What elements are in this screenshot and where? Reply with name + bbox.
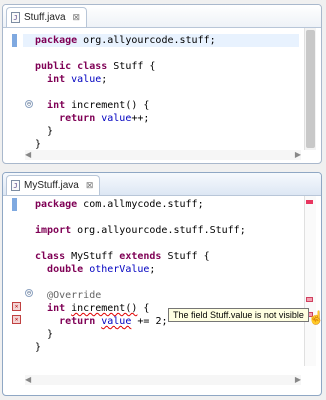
code-token: return: [59, 316, 96, 327]
code-token: class: [77, 61, 108, 72]
overview-error-summary[interactable]: [306, 200, 313, 204]
code-token: }: [35, 126, 54, 137]
code-line: public class Stuff {: [35, 60, 155, 73]
code-token: ;: [149, 264, 156, 275]
code-token: class: [35, 251, 66, 262]
code-line: int increment() {: [35, 302, 149, 315]
code-line: return value++;: [35, 112, 149, 125]
code-token: value: [101, 316, 132, 327]
fold-icon[interactable]: ⊖: [25, 100, 33, 108]
code-line: package com.allmycode.stuff;: [35, 198, 204, 211]
code-token: com.allmycode.stuff;: [77, 199, 204, 210]
horizontal-scrollbar[interactable]: ◀ ▶: [25, 150, 301, 160]
code-line: import org.allyourcode.stuff.Stuff;: [35, 224, 246, 237]
code-token: += 2;: [131, 316, 168, 327]
code-token: increment() {: [65, 100, 150, 111]
close-icon[interactable]: ⊠: [73, 12, 81, 23]
code-token: otherValue: [89, 264, 150, 275]
code-editor[interactable]: ⊖ package org.allyourcode.stuff; public c…: [3, 28, 321, 150]
code-token: package: [35, 35, 78, 46]
tab-stuff-java[interactable]: J Stuff.java ⊠: [6, 7, 88, 27]
horizontal-scrollbar[interactable]: ◀ ▶: [25, 375, 301, 385]
code-token: import: [35, 225, 72, 236]
code-token: extends: [119, 251, 162, 262]
java-file-icon: J: [11, 12, 20, 23]
code-token: int: [47, 100, 66, 111]
code-token: org.allyourcode.stuff;: [77, 35, 216, 46]
code-line: double otherValue;: [35, 263, 155, 276]
tab-label: Stuff.java: [24, 12, 66, 23]
code-line: package org.allyourcode.stuff;: [35, 34, 216, 47]
code-token: }: [35, 342, 42, 353]
hand-cursor-icon: ☝: [308, 311, 321, 324]
code-line: return value += 2;: [35, 315, 167, 328]
editor-pane-mystuff-java: J MyStuff.java ⊠ ⊖ ✕ ✕ package com.allmy…: [2, 172, 322, 396]
overview-error-marker[interactable]: [306, 297, 313, 302]
code-line: int value;: [35, 73, 107, 86]
code-line: }: [35, 125, 53, 138]
code-token: Stuff {: [107, 61, 156, 72]
current-line-marker: [12, 34, 17, 47]
code-token: ;: [101, 74, 108, 85]
code-token: }: [35, 329, 54, 340]
code-token: ++;: [131, 113, 150, 124]
scroll-right-arrow-icon[interactable]: ▶: [295, 375, 301, 384]
tab-bar: J MyStuff.java ⊠: [3, 173, 321, 196]
scroll-right-arrow-icon[interactable]: ▶: [295, 150, 301, 159]
fold-icon[interactable]: ⊖: [25, 289, 33, 297]
code-token: increment(): [71, 303, 138, 314]
code-editor[interactable]: ⊖ ✕ ✕ package com.allmycode.stuff; import…: [3, 196, 321, 376]
code-token: org.allyourcode.stuff.Stuff;: [71, 225, 246, 236]
code-line: }: [35, 341, 41, 354]
code-token: @Override: [47, 290, 102, 301]
code-token: int: [47, 303, 66, 314]
scroll-left-arrow-icon[interactable]: ◀: [25, 150, 31, 159]
vertical-scrollbar[interactable]: [304, 28, 316, 150]
code-token: }: [35, 139, 42, 150]
error-icon[interactable]: ✕: [12, 315, 21, 324]
overview-ruler[interactable]: [304, 196, 316, 366]
code-token: value: [71, 74, 102, 85]
code-token: int: [47, 74, 66, 85]
tab-label: MyStuff.java: [24, 180, 79, 191]
code-token: double: [47, 264, 84, 275]
error-icon[interactable]: ✕: [12, 302, 21, 311]
code-token: value: [101, 113, 132, 124]
close-icon[interactable]: ⊠: [86, 180, 94, 191]
code-line: class MyStuff extends Stuff {: [35, 250, 210, 263]
code-token: {: [137, 303, 150, 314]
scroll-left-arrow-icon[interactable]: ◀: [25, 375, 31, 384]
editor-pane-stuff-java: J Stuff.java ⊠ ⊖ package org.allyourcode…: [2, 4, 322, 164]
code-token: package: [35, 199, 78, 210]
error-tooltip: The field Stuff.value is not visible: [168, 308, 309, 322]
code-line: @Override: [35, 289, 101, 302]
code-line: }: [35, 328, 53, 341]
code-token: return: [59, 113, 96, 124]
scrollbar-thumb[interactable]: [306, 30, 315, 148]
code-token: public: [35, 61, 72, 72]
code-line: int increment() {: [35, 99, 149, 112]
tab-bar: J Stuff.java ⊠: [3, 5, 321, 28]
code-token: MyStuff: [65, 251, 120, 262]
code-token: Stuff {: [161, 251, 210, 262]
java-file-icon: J: [11, 180, 20, 191]
tab-mystuff-java[interactable]: J MyStuff.java ⊠: [6, 175, 101, 195]
current-line-marker: [12, 198, 17, 211]
